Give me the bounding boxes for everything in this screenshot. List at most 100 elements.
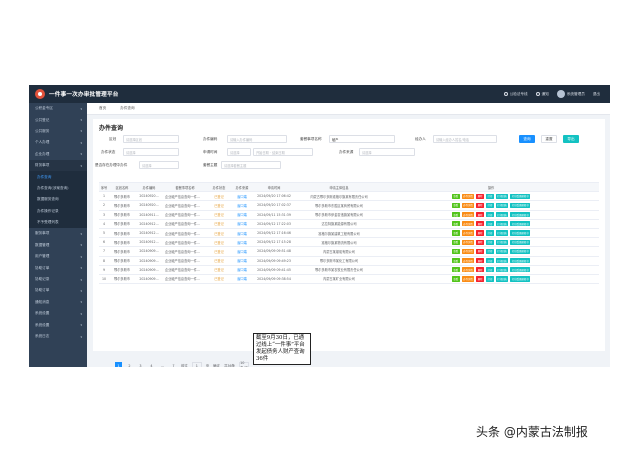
row-action-button[interactable]: 打印: [486, 267, 494, 273]
row-action-button[interactable]: 办件详情: [461, 212, 475, 218]
row-action-button[interactable]: 办件详情: [461, 276, 475, 282]
sidebar-item[interactable]: 办件查询(涉案查询): [29, 182, 87, 195]
reset-button[interactable]: 重置: [541, 135, 557, 143]
tab-query[interactable]: 办件查询: [120, 106, 134, 111]
sidebar-item[interactable]: 数据管理 ▾: [29, 240, 87, 251]
sidebar-item[interactable]: 公共服务 ▾: [29, 126, 87, 137]
row-action-button[interactable]: 打印受理通知书: [510, 212, 531, 218]
row-action-button[interactable]: 打印受理通知书: [510, 239, 531, 245]
sidebar-item[interactable]: 办件操作记录: [29, 205, 87, 217]
row-action-button[interactable]: 打印: [486, 276, 494, 282]
source-select[interactable]: 请选择: [359, 148, 415, 156]
row-action-button[interactable]: 打印受理通知书: [510, 248, 531, 254]
row-action-button[interactable]: 删除: [476, 239, 485, 245]
refund-select[interactable]: 请选择: [139, 161, 179, 169]
special-line-link[interactable]: 公检法专线: [503, 92, 528, 97]
row-action-button[interactable]: 打印回执: [495, 193, 509, 199]
sidebar-item[interactable]: 协助订单 ▾: [29, 262, 87, 273]
page-number[interactable]: 2: [126, 362, 133, 368]
page-number[interactable]: ...: [159, 362, 166, 368]
row-action-button[interactable]: 删除: [476, 258, 485, 264]
area-select[interactable]: 请选择区划: [123, 135, 179, 143]
row-action-button[interactable]: 查看: [451, 248, 460, 254]
page-number[interactable]: 4: [148, 362, 155, 368]
page-size-select[interactable]: 10条/页: [239, 361, 250, 367]
row-action-button[interactable]: 删除: [476, 193, 485, 199]
row-action-button[interactable]: 打印回执: [495, 221, 509, 227]
row-action-button[interactable]: 办件详情: [461, 267, 475, 273]
row-action-button[interactable]: 查看: [451, 212, 460, 218]
status-select[interactable]: 请选择: [123, 148, 179, 156]
row-action-button[interactable]: 打印受理通知书: [510, 202, 531, 209]
row-action-button[interactable]: 打印受理通知书: [510, 230, 531, 236]
sidebar-item[interactable]: 协助订单 ▾: [29, 285, 87, 296]
row-action-button[interactable]: 查看: [451, 276, 460, 282]
row-action-button[interactable]: 打印: [486, 193, 494, 199]
row-action-button[interactable]: 打印回执: [495, 248, 509, 254]
page-number[interactable]: 1: [115, 362, 122, 367]
row-action-button[interactable]: 打印受理通知书: [510, 193, 531, 199]
sidebar-item[interactable]: 不予受理列表: [29, 216, 87, 229]
row-action-button[interactable]: 办件详情: [461, 221, 475, 227]
row-action-button[interactable]: 办件详情: [461, 258, 475, 264]
sidebar-item[interactable]: 公共登记 ▾: [29, 114, 87, 125]
sidebar-item[interactable]: 系统日志 ▾: [29, 331, 87, 342]
user-menu[interactable]: 系统管理员: [556, 90, 585, 98]
row-action-button[interactable]: 打印受理通知书: [510, 221, 531, 227]
confirm-button[interactable]: 确定: [213, 363, 220, 367]
type-input[interactable]: 破产: [329, 135, 395, 143]
handler-input[interactable]: 请输入经办人姓名/电话: [433, 135, 497, 143]
row-action-button[interactable]: 删除: [476, 248, 485, 254]
row-action-button[interactable]: 打印: [486, 239, 494, 245]
search-button[interactable]: 查询: [519, 135, 535, 143]
row-action-button[interactable]: 删除: [476, 267, 485, 273]
row-action-button[interactable]: 删除: [476, 221, 485, 227]
row-action-button[interactable]: 打印回执: [495, 202, 509, 209]
sidebar-item[interactable]: 系统设置 ▾: [29, 308, 87, 319]
row-action-button[interactable]: 打印: [486, 202, 494, 209]
export-button[interactable]: 导出: [563, 135, 579, 143]
sidebar-item[interactable]: 企业办理 ▾: [29, 149, 87, 160]
row-action-button[interactable]: 打印: [486, 248, 494, 254]
row-action-button[interactable]: 办件详情: [461, 239, 475, 245]
row-action-button[interactable]: 打印回执: [495, 212, 509, 218]
sidebar-item[interactable]: 用户管理 ▾: [29, 251, 87, 262]
sidebar-item[interactable]: 通知消息 ▾: [29, 297, 87, 308]
row-action-button[interactable]: 查看: [451, 230, 460, 236]
row-action-button[interactable]: 打印受理通知书: [510, 258, 531, 264]
sidebar-item[interactable]: 财务事项 ▾: [29, 159, 87, 172]
row-action-button[interactable]: 打印: [486, 221, 494, 227]
sidebar-item[interactable]: 办件查询: [29, 171, 87, 183]
row-action-button[interactable]: 查看: [451, 239, 460, 245]
date-type-select[interactable]: 请选择: [227, 148, 251, 156]
row-action-button[interactable]: 打印回执: [495, 230, 509, 236]
row-action-button[interactable]: 办件详情: [461, 230, 475, 236]
sidebar-item[interactable]: 数据服务查询: [29, 194, 87, 206]
row-action-button[interactable]: 查看: [451, 202, 460, 209]
row-action-button[interactable]: 办件详情: [461, 202, 475, 209]
sidebar-item[interactable]: 服务事项 ▾: [29, 228, 87, 239]
sidebar-item[interactable]: 协助记录 ▾: [29, 274, 87, 285]
subject-select[interactable]: 请选择套餐主题: [221, 161, 281, 169]
page-jump-input[interactable]: 1: [191, 362, 202, 367]
row-action-button[interactable]: 打印回执: [495, 267, 509, 273]
row-action-button[interactable]: 打印: [486, 230, 494, 236]
code-input[interactable]: 请输入办件编码: [227, 135, 287, 143]
row-action-button[interactable]: 办件详情: [461, 193, 475, 199]
row-action-button[interactable]: 打印: [486, 258, 494, 264]
notice-link[interactable]: 通知: [535, 92, 549, 97]
row-action-button[interactable]: 打印回执: [495, 239, 509, 245]
sidebar-item[interactable]: 个人办理 ▾: [29, 137, 87, 148]
row-action-button[interactable]: 删除: [476, 202, 485, 209]
sidebar-item[interactable]: 公积金专区 ▾: [29, 103, 87, 114]
tab-home[interactable]: 首页: [99, 106, 106, 111]
row-action-button[interactable]: 打印回执: [495, 258, 509, 264]
row-action-button[interactable]: 查看: [451, 193, 460, 199]
row-action-button[interactable]: 打印受理通知书: [510, 276, 531, 282]
row-action-button[interactable]: 删除: [476, 230, 485, 236]
row-action-button[interactable]: 删除: [476, 276, 485, 282]
page-number[interactable]: 7: [170, 362, 177, 368]
page-number[interactable]: 3: [137, 362, 144, 368]
row-action-button[interactable]: 办件详情: [461, 248, 475, 254]
row-action-button[interactable]: 查看: [451, 221, 460, 227]
